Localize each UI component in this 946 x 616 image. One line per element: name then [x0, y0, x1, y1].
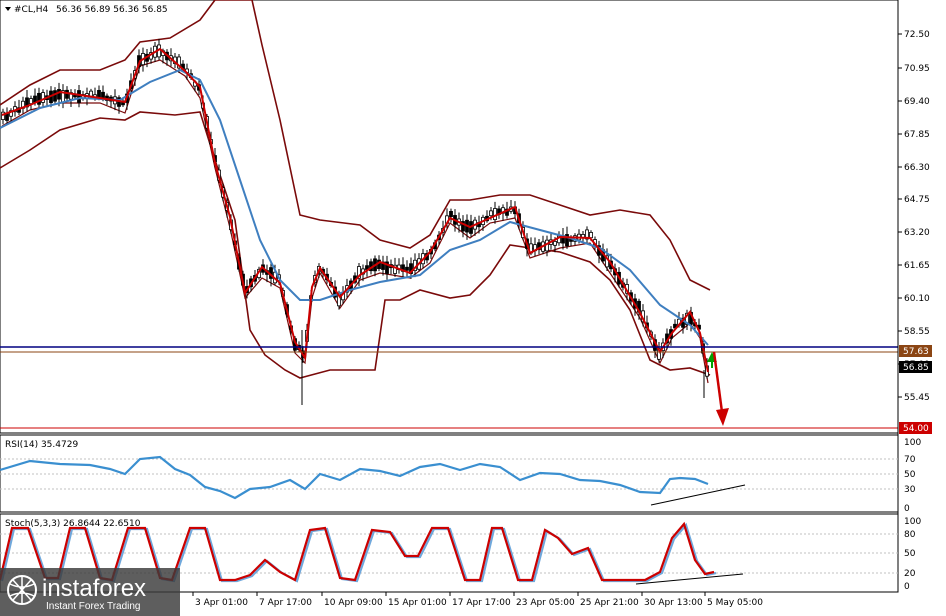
time-tick-label: 15 Apr 01:00	[388, 598, 447, 608]
candle-body	[405, 266, 409, 271]
time-tick-label: 30 Apr 13:00	[644, 598, 703, 608]
price-tick-label: 63.20	[904, 228, 930, 238]
candle-body	[37, 92, 41, 105]
candle-body	[493, 208, 497, 221]
candle-body	[89, 90, 93, 97]
ohlc-readout: 56.36 56.89 56.36 56.85	[56, 5, 168, 15]
logo-brand: instaforex	[42, 575, 146, 602]
candle-body	[53, 90, 57, 102]
candle-body	[553, 241, 557, 246]
candle-body	[29, 98, 33, 105]
price-tick-label: 61.65	[904, 261, 930, 271]
price-tick-label: 69.40	[904, 97, 930, 107]
level-label: 50	[904, 549, 916, 559]
price-tick-label: 58.55	[904, 327, 930, 337]
level-label: 100	[904, 438, 921, 448]
price-tag-label: 56.85	[903, 363, 929, 373]
symbol-label: #CL,H4	[14, 5, 48, 15]
candle-body	[449, 210, 453, 218]
candle-body	[57, 89, 61, 100]
price-tags: 57.63 56.85 54.00	[899, 345, 932, 434]
time-tick-label: 3 Apr 01:00	[195, 598, 248, 608]
price-tag-label: 57.63	[903, 347, 929, 357]
candle-body	[41, 92, 45, 103]
price-tag-label: 54.00	[903, 424, 929, 434]
level-label: 100	[904, 517, 921, 527]
price-tick-label: 67.85	[904, 130, 930, 140]
price-chart: #CL,H4 56.36 56.89 56.36 56.85 72.50 70.9…	[0, 0, 932, 616]
level-label: 70	[904, 455, 916, 465]
instaforex-logo: instaforex Instant Forex Trading	[0, 568, 180, 616]
candle-body	[77, 90, 81, 103]
time-axis: 3 Apr 01:00 7 Apr 17:00 10 Apr 09:00 15 Apr…	[192, 592, 763, 608]
price-tick-label: 70.95	[904, 64, 930, 74]
level-label: 0	[904, 582, 910, 592]
level-label: 80	[904, 530, 916, 540]
candle-body	[65, 89, 69, 99]
main-panel	[0, 0, 899, 434]
price-tick-label: 64.75	[904, 195, 930, 205]
level-label: 0	[904, 504, 910, 514]
candle-body	[489, 210, 493, 217]
level-label: 30	[904, 485, 916, 495]
price-tick-label: 60.10	[904, 294, 930, 304]
candle-body	[589, 232, 593, 239]
time-tick-label: 23 Apr 05:00	[516, 598, 575, 608]
price-tick-label: 72.50	[904, 30, 930, 40]
price-tick-label: 55.45	[904, 393, 930, 403]
level-label: 20	[904, 569, 916, 579]
price-axis: 72.50 70.95 69.40 67.85 66.30 64.75 63.20 61.65…	[897, 0, 930, 592]
time-tick-label: 25 Apr 21:00	[580, 598, 639, 608]
logo-tagline: Instant Forex Trading	[46, 601, 141, 612]
time-tick-label: 10 Apr 09:00	[324, 598, 383, 608]
price-tick-label: 66.30	[904, 163, 930, 173]
time-tick-label: 17 Apr 17:00	[452, 598, 511, 608]
time-tick-label: 7 Apr 17:00	[259, 598, 312, 608]
rsi-label: RSI(14) 35.4729	[5, 440, 78, 450]
level-label: 50	[904, 470, 916, 480]
time-tick-label: 5 May 05:00	[707, 598, 763, 608]
